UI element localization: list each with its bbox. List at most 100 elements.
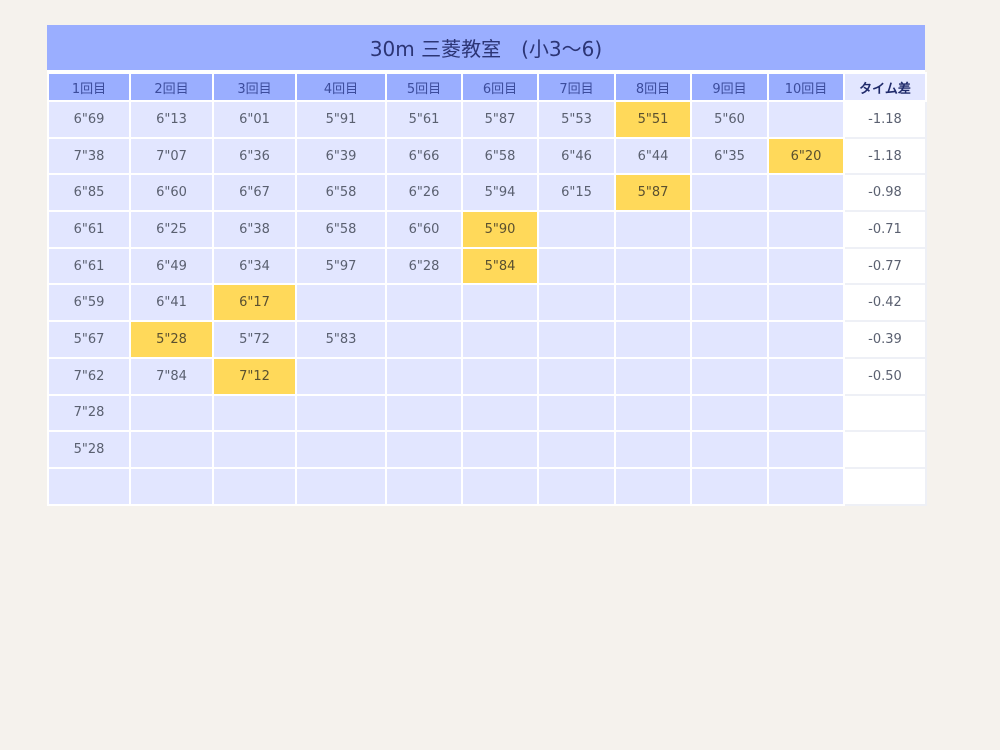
time-cell: 5"83 [295, 320, 387, 359]
time-cell: 6"15 [537, 173, 616, 213]
best-time-cell: 6"20 [767, 136, 845, 176]
time-cell [537, 320, 616, 359]
time-cell: 6"59 [47, 283, 131, 323]
time-cell [690, 430, 769, 469]
table-row: 7"38 7"07 6"36 6"39 6"66 6"58 6"46 6"44 6"35 6"20… [47, 136, 927, 176]
time-cell: 6"36 [212, 136, 297, 176]
time-diff-cell: -1.18 [843, 136, 927, 176]
time-cell [461, 466, 539, 506]
column-header-5: 5回目 [385, 72, 463, 102]
time-cell [690, 246, 769, 286]
time-cell [690, 393, 769, 433]
time-cell: 6"58 [295, 173, 387, 213]
column-header-7: 7回目 [537, 72, 616, 102]
time-cell [461, 356, 539, 396]
time-cell [385, 466, 463, 506]
time-cell [614, 430, 692, 469]
time-cell [690, 466, 769, 506]
time-cell [385, 283, 463, 323]
time-diff-cell: -0.71 [843, 210, 927, 249]
best-time-cell: 7"12 [212, 356, 297, 396]
time-cell [295, 356, 387, 396]
column-header-4: 4回目 [295, 72, 387, 102]
time-cell: 6"58 [295, 210, 387, 249]
time-cell: 6"39 [295, 136, 387, 176]
best-time-cell: 5"51 [614, 100, 692, 139]
time-cell: 7"38 [47, 136, 131, 176]
time-cell: 5"94 [461, 173, 539, 213]
time-cell [767, 100, 845, 139]
time-cell: 6"60 [385, 210, 463, 249]
time-cell [690, 356, 769, 396]
column-header-3: 3回目 [212, 72, 297, 102]
time-cell [537, 283, 616, 323]
time-cell: 5"72 [212, 320, 297, 359]
time-cell [461, 283, 539, 323]
time-cell [295, 430, 387, 469]
table-body: 6"69 6"13 6"01 5"91 5"61 5"87 5"53 5"51 5"60 -1.1… [47, 100, 927, 506]
time-cell [767, 210, 845, 249]
time-cell [385, 356, 463, 396]
time-cell: 6"25 [129, 210, 214, 249]
time-diff-cell: -0.42 [843, 283, 927, 323]
time-cell [767, 246, 845, 286]
column-header-1: 1回目 [47, 72, 131, 102]
time-cell [295, 393, 387, 433]
time-cell [461, 430, 539, 469]
time-cell [690, 210, 769, 249]
time-cell: 6"38 [212, 210, 297, 249]
time-cell: 6"67 [212, 173, 297, 213]
time-diff-cell: -0.39 [843, 320, 927, 359]
time-cell: 6"01 [212, 100, 297, 139]
time-cell: 7"62 [47, 356, 131, 396]
time-diff-cell [843, 466, 927, 506]
time-cell [129, 466, 214, 506]
time-cell: 5"53 [537, 100, 616, 139]
time-cell: 6"46 [537, 136, 616, 176]
time-cell [614, 283, 692, 323]
time-cell [385, 430, 463, 469]
time-cell [537, 393, 616, 433]
time-cell: 5"97 [295, 246, 387, 286]
time-cell [767, 320, 845, 359]
time-cell [614, 246, 692, 286]
time-diff-cell [843, 430, 927, 469]
column-header-8: 8回目 [614, 72, 692, 102]
table-row: 6"59 6"41 6"17 -0.42 [47, 283, 927, 323]
time-cell [614, 393, 692, 433]
time-diff-cell: -0.50 [843, 356, 927, 396]
time-cell: 6"49 [129, 246, 214, 286]
time-cell: 6"61 [47, 246, 131, 286]
column-header-2: 2回目 [129, 72, 214, 102]
time-cell [767, 430, 845, 469]
time-cell: 5"67 [47, 320, 131, 359]
table-row: 6"85 6"60 6"67 6"58 6"26 5"94 6"15 5"87 -0.98 [47, 173, 927, 213]
results-table: 1回目 2回目 3回目 4回目 5回目 6回目 7回目 8回目 9回目 10回目… [47, 72, 927, 506]
time-cell [767, 356, 845, 396]
time-cell [767, 283, 845, 323]
time-cell [537, 430, 616, 469]
time-cell [614, 320, 692, 359]
time-cell [212, 393, 297, 433]
time-cell [537, 466, 616, 506]
time-cell [295, 283, 387, 323]
time-cell: 5"60 [690, 100, 769, 139]
table-row: 6"61 6"49 6"34 5"97 6"28 5"84 -0.77 [47, 246, 927, 286]
header-row: 1回目 2回目 3回目 4回目 5回目 6回目 7回目 8回目 9回目 10回目… [47, 72, 927, 102]
time-cell [614, 466, 692, 506]
time-cell [537, 210, 616, 249]
table-row: 7"62 7"84 7"12 -0.50 [47, 356, 927, 396]
time-cell: 5"28 [47, 430, 131, 469]
time-cell: 6"35 [690, 136, 769, 176]
time-cell: 5"91 [295, 100, 387, 139]
time-cell [614, 356, 692, 396]
column-header-9: 9回目 [690, 72, 769, 102]
time-diff-cell [843, 393, 927, 433]
column-header-10: 10回目 [767, 72, 845, 102]
time-cell: 6"26 [385, 173, 463, 213]
table-row: 5"67 5"28 5"72 5"83 -0.39 [47, 320, 927, 359]
time-cell [537, 246, 616, 286]
time-cell: 6"34 [212, 246, 297, 286]
time-cell [690, 320, 769, 359]
time-cell: 6"66 [385, 136, 463, 176]
